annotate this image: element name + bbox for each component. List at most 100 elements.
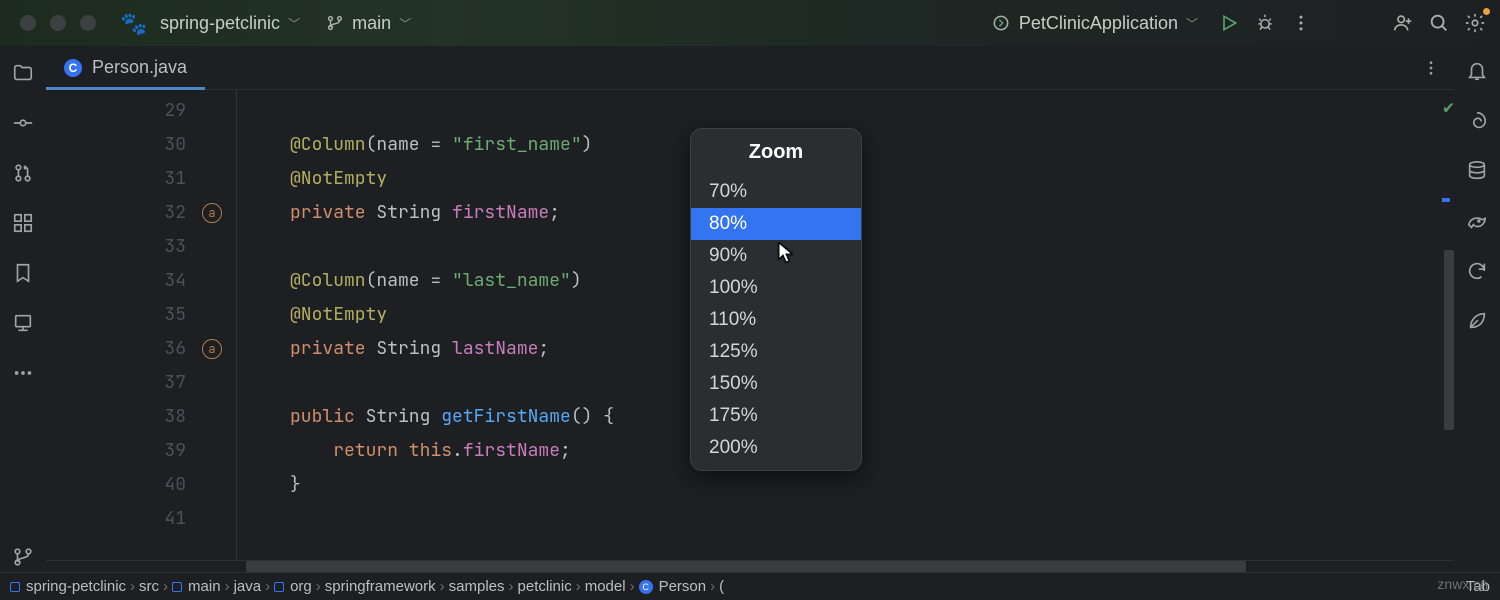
zoom-popup: Zoom 70%80%90%100%110%125%150%175%200% — [690, 128, 862, 471]
close-window-icon[interactable] — [20, 15, 36, 31]
chevron-down-icon: ﹀ — [1186, 15, 1198, 32]
zoom-option[interactable]: 80% — [691, 208, 861, 240]
popup-title: Zoom — [691, 129, 861, 176]
settings-button[interactable] — [1460, 8, 1490, 38]
pull-requests-tool-button[interactable] — [12, 162, 34, 188]
zoom-option[interactable]: 100% — [691, 272, 861, 304]
line-number[interactable]: 31 — [46, 162, 236, 196]
search-everywhere-button[interactable] — [1424, 8, 1454, 38]
breadcrumb-item[interactable]: samples — [449, 578, 505, 595]
maven-tool-button[interactable] — [1466, 260, 1488, 286]
stripe-marker[interactable] — [1442, 198, 1450, 202]
code-line[interactable]: } — [290, 468, 1436, 502]
more-actions-button[interactable] — [1286, 8, 1316, 38]
gutter-inspection-icon[interactable]: a — [202, 339, 222, 359]
persistence-icon — [12, 312, 34, 334]
line-number[interactable]: 41 — [46, 502, 236, 536]
left-tool-strip — [0, 46, 46, 572]
breadcrumb-item[interactable]: CPerson — [639, 578, 707, 595]
zoom-option[interactable]: 90% — [691, 240, 861, 272]
code-line[interactable] — [290, 366, 1436, 400]
horizontal-scrollbar-thumb[interactable] — [246, 561, 1246, 572]
breadcrumb-separator: › — [576, 578, 581, 595]
breadcrumb-item[interactable]: model — [585, 578, 626, 595]
gutter-inspection-icon[interactable]: a — [202, 203, 222, 223]
horizontal-scrollbar[interactable] — [46, 560, 1454, 572]
run-button[interactable] — [1214, 8, 1244, 38]
line-number[interactable]: 34 — [46, 264, 236, 298]
line-number[interactable]: 33 — [46, 230, 236, 264]
gradle-icon — [1466, 210, 1488, 232]
zoom-option[interactable]: 125% — [691, 336, 861, 368]
code-with-me-button[interactable] — [1388, 8, 1418, 38]
code-line[interactable] — [290, 94, 1436, 128]
editor-tabs: C Person.java — [46, 46, 1454, 90]
line-number[interactable]: 40 — [46, 468, 236, 502]
breadcrumb-separator: › — [710, 578, 715, 595]
zoom-option[interactable]: 110% — [691, 304, 861, 336]
folder-icon — [274, 582, 284, 592]
persistence-tool-button[interactable] — [12, 312, 34, 338]
line-number[interactable]: 30 — [46, 128, 236, 162]
project-tool-button[interactable] — [12, 62, 34, 88]
code-line[interactable]: @Column(name = "last_name") — [290, 264, 1436, 298]
code-line[interactable]: @Column(name = "first_name") — [290, 128, 1436, 162]
bookmarks-tool-button[interactable] — [12, 262, 34, 288]
vcs-branch-selector[interactable]: main ﹀ — [316, 9, 421, 38]
chevron-down-icon: ﹀ — [288, 15, 300, 32]
structure-tool-button[interactable] — [12, 212, 34, 238]
line-number[interactable]: 35 — [46, 298, 236, 332]
maximize-window-icon[interactable] — [80, 15, 96, 31]
folder-icon — [172, 582, 182, 592]
zoom-option[interactable]: 70% — [691, 176, 861, 208]
run-config-selector[interactable]: PetClinicApplication ﹀ — [981, 9, 1208, 38]
vcs-tool-button[interactable] — [12, 546, 34, 572]
breadcrumb-item[interactable]: src — [139, 578, 159, 595]
gutter[interactable]: 29303132a33343536a3738394041 — [46, 90, 236, 560]
breadcrumb-item[interactable]: petclinic — [518, 578, 572, 595]
ai-assistant-tool-button[interactable] — [1466, 110, 1488, 136]
breadcrumb-separator: › — [225, 578, 230, 595]
branch-icon — [326, 14, 344, 32]
gradle-tool-button[interactable] — [1466, 210, 1488, 236]
code-line[interactable]: @NotEmpty — [290, 162, 1436, 196]
minimize-window-icon[interactable] — [50, 15, 66, 31]
more-horizontal-icon — [12, 362, 34, 384]
line-number[interactable]: 36a — [46, 332, 236, 366]
breadcrumb-item[interactable]: main — [172, 578, 221, 595]
code-line[interactable]: public String getFirstName() { — [290, 400, 1436, 434]
line-number[interactable]: 29 — [46, 94, 236, 128]
line-number[interactable]: 37 — [46, 366, 236, 400]
code-line[interactable]: return this.firstName; — [290, 434, 1436, 468]
project-name: spring-petclinic — [160, 13, 280, 34]
window-controls[interactable] — [20, 15, 96, 31]
vertical-scrollbar-thumb[interactable] — [1444, 250, 1454, 430]
zoom-option[interactable]: 200% — [691, 432, 861, 464]
code-line[interactable]: private String firstName; — [290, 196, 1436, 230]
tab-options-button[interactable] — [1416, 46, 1446, 89]
zoom-option[interactable]: 150% — [691, 368, 861, 400]
database-tool-button[interactable] — [1466, 160, 1488, 186]
editor-tab[interactable]: C Person.java — [46, 46, 205, 89]
code-line[interactable]: @NotEmpty — [290, 298, 1436, 332]
breadcrumb-item[interactable]: spring-petclinic — [10, 578, 126, 595]
project-selector[interactable]: spring-petclinic ﹀ — [150, 9, 310, 38]
coverage-tool-button[interactable] — [1466, 310, 1488, 336]
debug-button[interactable] — [1250, 8, 1280, 38]
more-tools-button[interactable] — [12, 362, 34, 388]
notifications-tool-button[interactable] — [1466, 60, 1488, 86]
commit-tool-button[interactable] — [12, 112, 34, 138]
code-line[interactable] — [290, 230, 1436, 264]
line-number[interactable]: 32a — [46, 196, 236, 230]
zoom-option[interactable]: 175% — [691, 400, 861, 432]
leaf-icon — [1466, 310, 1488, 332]
code-line[interactable]: private String lastName; — [290, 332, 1436, 366]
line-number[interactable]: 39 — [46, 434, 236, 468]
breadcrumb-item[interactable]: java — [234, 578, 262, 595]
code-line[interactable] — [290, 502, 1436, 536]
play-icon — [1219, 13, 1239, 33]
breadcrumb-item[interactable]: ( — [719, 578, 724, 595]
breadcrumb-item[interactable]: org — [274, 578, 312, 595]
line-number[interactable]: 38 — [46, 400, 236, 434]
breadcrumb-item[interactable]: springframework — [325, 578, 436, 595]
